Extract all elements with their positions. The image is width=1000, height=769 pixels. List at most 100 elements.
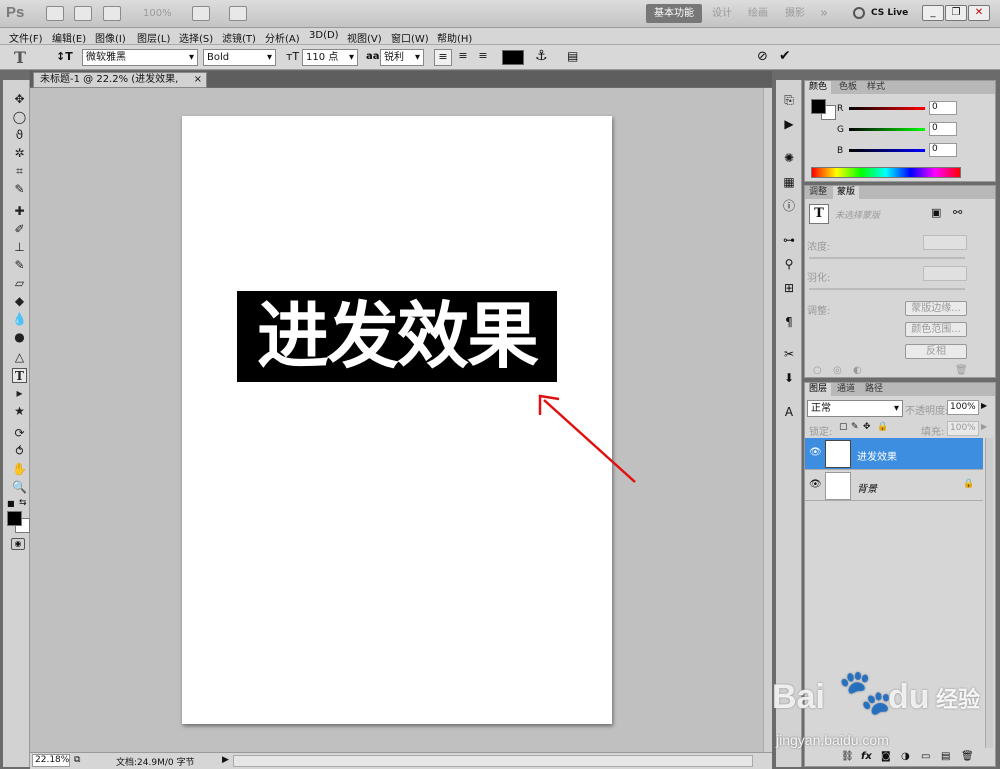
info-panel-icon[interactable]: ⓘ	[781, 198, 797, 214]
align-center-button[interactable]: ≡	[454, 49, 472, 66]
channel-g-value[interactable]: 0	[929, 122, 957, 136]
swap-colors-icon[interactable]: ⇆	[19, 498, 27, 508]
shape-tool-icon[interactable]: ★	[12, 404, 27, 419]
menu-image[interactable]: 图像(I)	[95, 30, 126, 45]
tab-channels[interactable]: 通道	[833, 383, 859, 396]
character-panel-icon[interactable]: ▤	[567, 49, 578, 63]
opacity-arrow-icon[interactable]: ▶	[981, 401, 987, 410]
pixel-mask-icon[interactable]: ▣	[931, 206, 941, 219]
font-size-dropdown[interactable]: 110 点	[302, 49, 358, 66]
status-menu-icon[interactable]: ▶	[222, 755, 229, 765]
type-tool-icon[interactable]: T	[12, 368, 27, 383]
channel-b-slider[interactable]	[849, 149, 925, 152]
hand-tool-icon[interactable]: ✋	[12, 462, 27, 477]
channel-r-value[interactable]: 0	[929, 101, 957, 115]
canvas-text-layer[interactable]: 进发效果	[237, 291, 557, 382]
launch-bridge-icon[interactable]	[46, 6, 64, 21]
type-tool-preset-icon[interactable]: T	[14, 48, 26, 67]
close-document-icon[interactable]: ×	[194, 73, 202, 87]
launch-minibridge-icon[interactable]	[74, 6, 92, 21]
view-extras-icon[interactable]	[103, 6, 121, 21]
tab-masks[interactable]: 蒙版	[833, 186, 860, 199]
tab-paths[interactable]: 路径	[861, 383, 887, 396]
minimize-button[interactable]: _	[922, 5, 944, 21]
menu-window[interactable]: 窗口(W)	[391, 30, 429, 45]
path-selection-tool-icon[interactable]: ▸	[12, 386, 27, 401]
quick-mask-icon[interactable]: ◉	[11, 538, 25, 550]
paint-bucket-tool-icon[interactable]: ◆	[12, 294, 27, 309]
default-colors-icon[interactable]: ■	[7, 499, 15, 508]
menu-view[interactable]: 视图(V)	[347, 30, 382, 45]
spot-healing-tool-icon[interactable]: ✚	[12, 204, 27, 219]
3d-rotate-tool-icon[interactable]: ⟳	[12, 426, 27, 441]
zoom-field[interactable]: 22.18%	[32, 754, 70, 767]
align-left-button[interactable]: ≡	[434, 49, 452, 66]
layer-name[interactable]: 进发效果	[857, 448, 897, 463]
feather-slider[interactable]	[809, 288, 965, 290]
tab-styles[interactable]: 样式	[863, 81, 889, 94]
mask-edge-button[interactable]: 蒙版边缘...	[905, 301, 967, 316]
cancel-edits-icon[interactable]: ⊘	[757, 49, 768, 64]
channel-g-slider[interactable]	[849, 128, 925, 131]
apply-mask-icon[interactable]: ◎	[833, 365, 842, 376]
crop-tool-icon[interactable]: ⌗	[12, 164, 27, 179]
text-color-swatch[interactable]	[502, 50, 524, 65]
styles-panel-icon[interactable]: ⚲	[781, 256, 797, 272]
align-right-button[interactable]: ≡	[474, 49, 492, 66]
tab-layers[interactable]: 图层	[805, 383, 832, 396]
paragraph-panel-icon[interactable]: ¶	[781, 314, 797, 330]
notes-panel-icon[interactable]: ⬇	[781, 370, 797, 386]
quick-selection-tool-icon[interactable]: ✲	[12, 146, 27, 161]
lock-position-icon[interactable]: ✥	[863, 422, 871, 432]
menu-select[interactable]: 选择(S)	[179, 30, 213, 45]
disable-mask-icon[interactable]: ◐	[853, 365, 862, 376]
menu-3d[interactable]: 3D(D)	[309, 30, 339, 41]
font-family-dropdown[interactable]: 微软雅黑	[82, 49, 198, 66]
menu-file[interactable]: 文件(F)	[9, 30, 43, 45]
menu-help[interactable]: 帮助(H)	[437, 30, 472, 45]
density-slider[interactable]	[809, 257, 965, 259]
eyedropper-tool-icon[interactable]: ✎	[12, 182, 27, 197]
status-options-icon[interactable]: ⧉	[74, 755, 80, 765]
zoom-level-dropdown[interactable]: 100%	[143, 8, 172, 19]
arrange-documents-icon[interactable]	[192, 6, 210, 21]
pen-tool-icon[interactable]: △	[12, 350, 27, 365]
blend-mode-dropdown[interactable]: 正常	[807, 400, 903, 417]
actions-panel-icon[interactable]: ▶	[781, 116, 797, 132]
workspace-painting[interactable]: 绘画	[740, 4, 776, 23]
delete-mask-icon[interactable]: 🗑	[955, 365, 968, 376]
document-tab[interactable]: 未标题-1 @ 22.2% (进发效果, RGB/8) * ×	[33, 72, 207, 99]
tab-color[interactable]: 颜色	[805, 81, 832, 94]
history-panel-icon[interactable]: ⎘	[781, 92, 797, 108]
feather-field[interactable]	[923, 266, 967, 281]
font-style-dropdown[interactable]: Bold	[203, 49, 276, 66]
vector-mask-icon[interactable]: ⚯	[953, 206, 962, 219]
lock-all-icon[interactable]: 🔒	[877, 422, 888, 432]
menu-layer[interactable]: 图层(L)	[137, 30, 170, 45]
menu-edit[interactable]: 编辑(E)	[52, 30, 86, 45]
brush-tool-icon[interactable]: ✐	[12, 222, 27, 237]
tab-swatches[interactable]: 色板	[835, 81, 861, 94]
brush-panel-icon[interactable]: ✺	[781, 150, 797, 166]
workspace-more-icon[interactable]: »	[812, 4, 836, 23]
color-fg-swatch[interactable]	[811, 99, 826, 114]
move-tool-icon[interactable]: ✥	[12, 92, 27, 107]
workspace-design[interactable]: 设计	[704, 4, 740, 23]
masks-panel-icon[interactable]: ⊞	[781, 280, 797, 296]
toggle-text-orientation-icon[interactable]: ↕T	[56, 50, 73, 63]
tool-presets-panel-icon[interactable]: ✂	[781, 346, 797, 362]
layer-row[interactable]: 👁 T 进发效果	[805, 438, 983, 470]
load-selection-icon[interactable]: ○	[813, 365, 822, 376]
density-field[interactable]	[923, 235, 967, 250]
workspace-essentials[interactable]: 基本功能	[646, 4, 702, 23]
workspace-photography[interactable]: 摄影	[777, 4, 813, 23]
channel-r-slider[interactable]	[849, 107, 925, 110]
lock-image-icon[interactable]: ✎	[851, 422, 859, 432]
color-ramp[interactable]	[811, 167, 961, 178]
restore-button[interactable]: ❐	[945, 5, 967, 21]
clone-stamp-tool-icon[interactable]: ⊥	[12, 240, 27, 255]
zoom-tool-icon[interactable]: 🔍	[12, 480, 27, 495]
commit-edits-icon[interactable]: ✔	[779, 48, 791, 64]
layer-name[interactable]: 背景	[857, 480, 877, 495]
marquee-tool-icon[interactable]: ◯	[12, 110, 27, 125]
